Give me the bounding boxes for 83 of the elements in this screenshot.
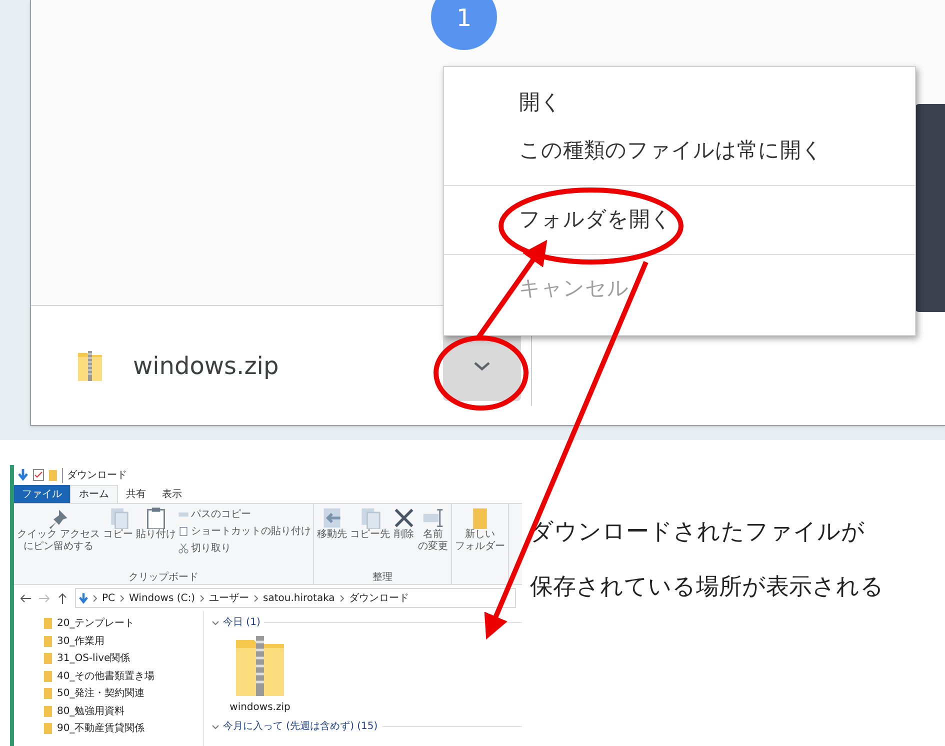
folder-icon	[44, 618, 52, 630]
ribbon-button[interactable]: 移動先	[316, 507, 348, 571]
ribbon-button-label: 名前	[423, 529, 444, 540]
chevron-down-icon	[212, 620, 219, 624]
ribbon-button-label: コピー	[103, 529, 134, 541]
chevron-right-icon	[254, 594, 258, 602]
ribbon-button[interactable]: 新しい フォルダー	[454, 507, 506, 584]
delete-icon	[393, 507, 416, 529]
ribbon-button[interactable]: コピー先	[349, 507, 392, 571]
up-icon[interactable]	[58, 592, 67, 604]
ribbon-button[interactable]: ショートカットの貼り付け	[178, 524, 312, 539]
chevron-down-icon	[212, 724, 219, 728]
menu-item[interactable]: 開く	[444, 79, 915, 127]
ribbon-button[interactable]: クイック アクセス にピン留めする	[16, 507, 102, 571]
ribbon-button-label: 貼り付け	[136, 529, 176, 541]
folder-icon	[44, 670, 52, 682]
clipboard-icon	[145, 507, 168, 529]
chevron-right-icon	[93, 594, 97, 602]
tree-item[interactable]: 50_発注・契約関連	[44, 685, 203, 702]
folder-icon	[44, 688, 52, 700]
annotation-text: 保存されている場所が表示される	[530, 572, 885, 602]
chevron-down-icon	[473, 360, 491, 370]
folder-icon	[44, 653, 52, 664]
ribbon-button[interactable]: 名前 の変更	[417, 507, 450, 571]
ribbon-button-label: クイック アクセス	[17, 529, 100, 541]
chevron-right-icon	[120, 594, 124, 602]
ribbon-button-label: の変更	[418, 541, 448, 553]
annotation-text: ダウンロードされたファイルが	[530, 518, 866, 547]
copy-to-icon	[359, 507, 382, 529]
file-item[interactable]: windows.zip	[228, 634, 292, 715]
breadcrumb[interactable]: ダウンロード	[348, 590, 409, 606]
zip-folder-icon	[77, 350, 103, 382]
move-icon	[321, 507, 344, 529]
ribbon-button-label: フォルダー	[455, 541, 506, 553]
ribbon-group-label: クリップボード	[128, 571, 200, 584]
ribbon-button[interactable]: 貼り付け	[135, 507, 178, 571]
rename-icon	[422, 507, 444, 529]
checklist-icon	[33, 469, 44, 481]
folder-icon	[49, 470, 57, 480]
chevron-right-icon	[340, 594, 344, 602]
ribbon-button-label: 移動先	[317, 529, 348, 541]
ribbon-tab[interactable]: ホーム	[70, 485, 118, 503]
back-icon[interactable]	[20, 594, 31, 602]
section-header[interactable]: 今日 (1)	[223, 615, 260, 630]
menu-item[interactable]: フォルダを開く	[444, 196, 915, 244]
tree-item[interactable]: 90_不動産賃貸関係	[44, 720, 203, 738]
pin-icon	[48, 507, 70, 529]
tree-item[interactable]: 30_作業用	[44, 632, 203, 650]
ribbon-button-label: コピー先	[350, 529, 390, 541]
ribbon-button[interactable]: 切り取り	[178, 541, 312, 556]
zip-folder-icon	[234, 634, 286, 698]
scissors-icon	[178, 543, 190, 554]
breadcrumb[interactable]: PC	[102, 590, 116, 606]
ribbon-button-label: 削除	[394, 529, 414, 541]
count-badge: 1	[431, 0, 497, 50]
download-filename: windows.zip	[133, 350, 280, 382]
folder-icon	[44, 636, 52, 647]
shortcut-icon	[178, 526, 190, 537]
ribbon-button[interactable]: コピー	[102, 507, 134, 571]
tree-item[interactable]: 40_その他書類置き場	[44, 668, 203, 685]
tree-item[interactable]: 20_テンプレート	[44, 615, 203, 632]
ribbon-tab[interactable]: ファイル	[14, 485, 70, 503]
ribbon-button[interactable]: パスのコピー	[178, 507, 312, 522]
window-title: ダウンロード	[62, 468, 127, 482]
ribbon-group-label: 整理	[372, 571, 394, 584]
breadcrumb[interactable]: ユーザー	[209, 590, 249, 606]
folder-icon	[44, 723, 52, 734]
menu-item[interactable]: この種類のファイルは常に開く	[444, 127, 915, 175]
ribbon-button-label: 新しい	[465, 529, 496, 541]
down-arrow-icon	[79, 592, 88, 604]
ribbon-button-label: にピン留めする	[24, 541, 94, 553]
chevron-right-icon	[200, 594, 204, 602]
breadcrumb[interactable]: satou.hirotaka	[263, 590, 335, 606]
tree-item[interactable]: 80_勉強用資料	[44, 702, 203, 720]
ribbon-button[interactable]: 削除	[392, 507, 416, 571]
breadcrumb[interactable]: Windows (C:)	[129, 590, 195, 606]
section-header[interactable]: 今月に入って (先週は含めず) (15)	[223, 719, 378, 734]
address-bar[interactable]: PC Windows (C:) ユーザー satou.hirotaka ダウンロード	[75, 588, 516, 608]
tree-item[interactable]: 31_OS-live関係	[44, 650, 203, 668]
ribbon-tab[interactable]: 表示	[154, 485, 190, 503]
folder-icon	[44, 706, 52, 717]
ribbon-tab[interactable]: 共有	[118, 485, 154, 503]
down-arrow-icon	[18, 469, 28, 481]
